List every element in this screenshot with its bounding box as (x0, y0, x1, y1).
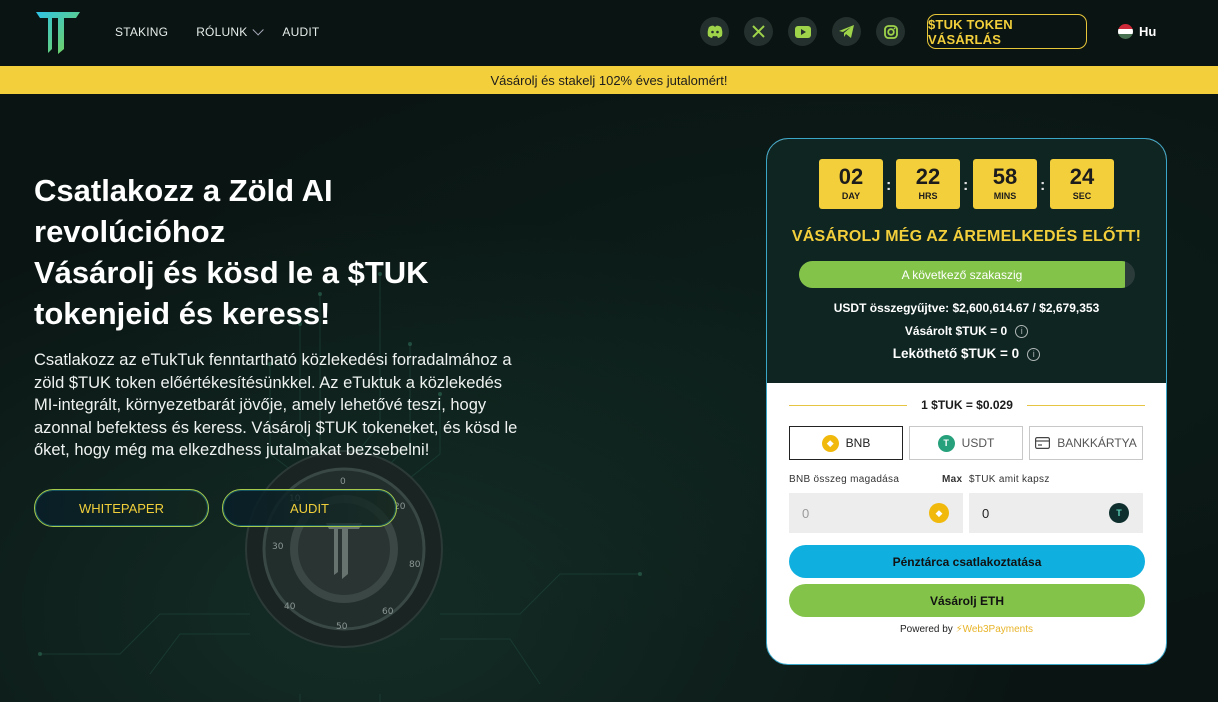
countdown-separator: : (886, 177, 892, 194)
powered-by-brand[interactable]: Web3Payments (963, 624, 1033, 635)
svg-text:50: 50 (336, 622, 348, 632)
receive-label: $TUK amit kapsz (969, 474, 1050, 485)
svg-text:0: 0 (340, 477, 346, 487)
audit-button[interactable]: AUDIT (222, 489, 397, 527)
divider (789, 404, 908, 406)
bnb-icon: ◆ (929, 503, 949, 523)
pay-card-button[interactable]: BANKKÁRTYA (1029, 426, 1143, 460)
countdown-hours-value: 22 (915, 164, 941, 189)
bought-amount-text: Vásárolt $TUK = 0 (904, 324, 1008, 338)
buy-eth-button[interactable]: Vásárolj ETH (789, 584, 1145, 617)
bought-amount: Vásárolt $TUK = 0 i (767, 324, 1166, 339)
info-icon[interactable]: i (1027, 347, 1041, 361)
whitepaper-button[interactable]: WHITEPAPER (34, 489, 209, 527)
countdown-days-value: 02 (838, 164, 864, 189)
web3payments-logo-icon: ⚡ (955, 624, 963, 635)
hero-title-line: Vásárolj és kösd le a $TUK (34, 255, 429, 290)
youtube-icon[interactable] (788, 17, 817, 46)
presale-widget: 02 DAY : 22 HRS : 58 MINS : 24 SEC VÁSÁR… (766, 138, 1167, 665)
language-selector[interactable]: Hu (1118, 24, 1156, 39)
vault-dial-graphic: 02080 605040 3010 (245, 450, 443, 648)
connect-wallet-button[interactable]: Pénztárca csatlakoztatása (789, 545, 1145, 578)
usdt-raised: USDT összegyűjtve: $2,600,614.67 / $2,67… (833, 301, 1100, 315)
countdown-minutes-value: 58 (992, 164, 1018, 189)
hero-title: Csatlakozz a Zöld AI revolúcióhoz Vásáro… (34, 170, 504, 334)
stakeable-amount-text: Leköthető $TUK = 0 (892, 346, 1020, 361)
amount-label: BNB összeg magadása (789, 474, 900, 485)
svg-text:30: 30 (272, 542, 284, 552)
bnb-icon: ◆ (821, 434, 839, 452)
countdown-hours-unit: HRS (918, 191, 938, 201)
countdown-seconds-value: 24 (1069, 164, 1095, 189)
token-rate: 1 $TUK = $0.029 (789, 398, 1146, 412)
bnb-amount-input[interactable]: 0 ◆ (789, 493, 963, 533)
countdown-days-unit: DAY (841, 191, 861, 201)
pay-usdt-button[interactable]: T USDT (909, 426, 1023, 460)
tuk-token-icon: T (1109, 503, 1129, 523)
discord-icon[interactable] (700, 17, 729, 46)
credit-card-icon (1035, 437, 1051, 449)
pay-card-label: BANKKÁRTYA (1057, 436, 1137, 450)
promo-banner: Vásárolj és stakelj 102% éves jutalomért… (0, 66, 1218, 94)
svg-text:80: 80 (409, 560, 421, 570)
divider (1026, 404, 1146, 406)
payment-method-tabs: ◆ BNB T USDT BANKKÁRTYA (789, 426, 1143, 460)
promo-banner-text: Vásárolj és stakelj 102% éves jutalomért… (490, 72, 728, 88)
presale-status-panel: 02 DAY : 22 HRS : 58 MINS : 24 SEC VÁSÁR… (767, 139, 1166, 383)
pay-bnb-button[interactable]: ◆ BNB (789, 426, 903, 460)
stage-progress-label: A következő szakaszig (901, 267, 1023, 282)
hero-title-line: revolúcióhoz (34, 214, 226, 249)
tuk-receive-value: 0 (982, 505, 990, 521)
countdown-minutes-unit: MINS (993, 191, 1017, 201)
nav-staking[interactable]: STAKING (115, 25, 168, 39)
token-rate-text: 1 $TUK = $0.029 (921, 398, 1013, 412)
svg-text:60: 60 (382, 607, 394, 617)
nav-rolunk[interactable]: RÓLUNK (196, 24, 265, 39)
usdt-icon: T (937, 434, 955, 452)
hero-title-line: tokenjeid és keress! (34, 296, 331, 331)
countdown-hours: 22 HRS (896, 159, 960, 209)
nav-rolunk-label: RÓLUNK (196, 25, 248, 39)
powered-by-label: Powered by (899, 624, 953, 635)
telegram-icon[interactable] (832, 17, 861, 46)
countdown-minutes: 58 MINS (973, 159, 1037, 209)
x-icon[interactable] (744, 17, 773, 46)
bnb-amount-value: 0 (802, 505, 810, 521)
pay-bnb-label: BNB (845, 436, 871, 450)
presale-heading: VÁSÁROLJ MÉG AZ ÁREMELKEDÉS ELŐTT! (791, 228, 1142, 245)
svg-text:40: 40 (284, 602, 296, 612)
countdown-seconds-unit: SEC (1072, 191, 1092, 201)
hero-description: Csatlakozz az eTukTuk fenntartható közle… (34, 351, 518, 460)
chevron-down-icon (252, 24, 265, 36)
countdown-separator: : (963, 177, 969, 194)
hero-title-line: Csatlakozz a Zöld AI (34, 173, 333, 208)
instagram-icon[interactable] (876, 17, 905, 46)
nav-audit[interactable]: AUDIT (282, 25, 319, 39)
etuktuk-logo[interactable] (34, 9, 82, 55)
countdown-days: 02 DAY (819, 159, 883, 209)
powered-by: Powered by ⚡Web3Payments (767, 624, 1166, 635)
pay-usdt-label: USDT (961, 436, 995, 450)
stakeable-amount: Leköthető $TUK = 0 i (767, 346, 1166, 361)
buy-token-button[interactable]: $TUK TOKEN VÁSÁRLÁS (927, 14, 1087, 49)
tuk-receive-input[interactable]: 0 T (969, 493, 1143, 533)
countdown-separator: : (1040, 177, 1046, 194)
countdown-seconds: 24 SEC (1050, 159, 1114, 209)
language-label: Hu (1139, 24, 1157, 39)
stage-progress-bar: A következő szakaszig (799, 261, 1135, 288)
stage-progress-fill: A következő szakaszig (799, 261, 1125, 288)
info-icon[interactable]: i (1015, 325, 1029, 339)
top-nav: STAKING RÓLUNK AUDIT $TUK TOKEN VÁSÁRLÁS… (0, 0, 1218, 66)
hungary-flag-icon (1118, 24, 1133, 39)
max-button[interactable]: Max (942, 474, 962, 485)
